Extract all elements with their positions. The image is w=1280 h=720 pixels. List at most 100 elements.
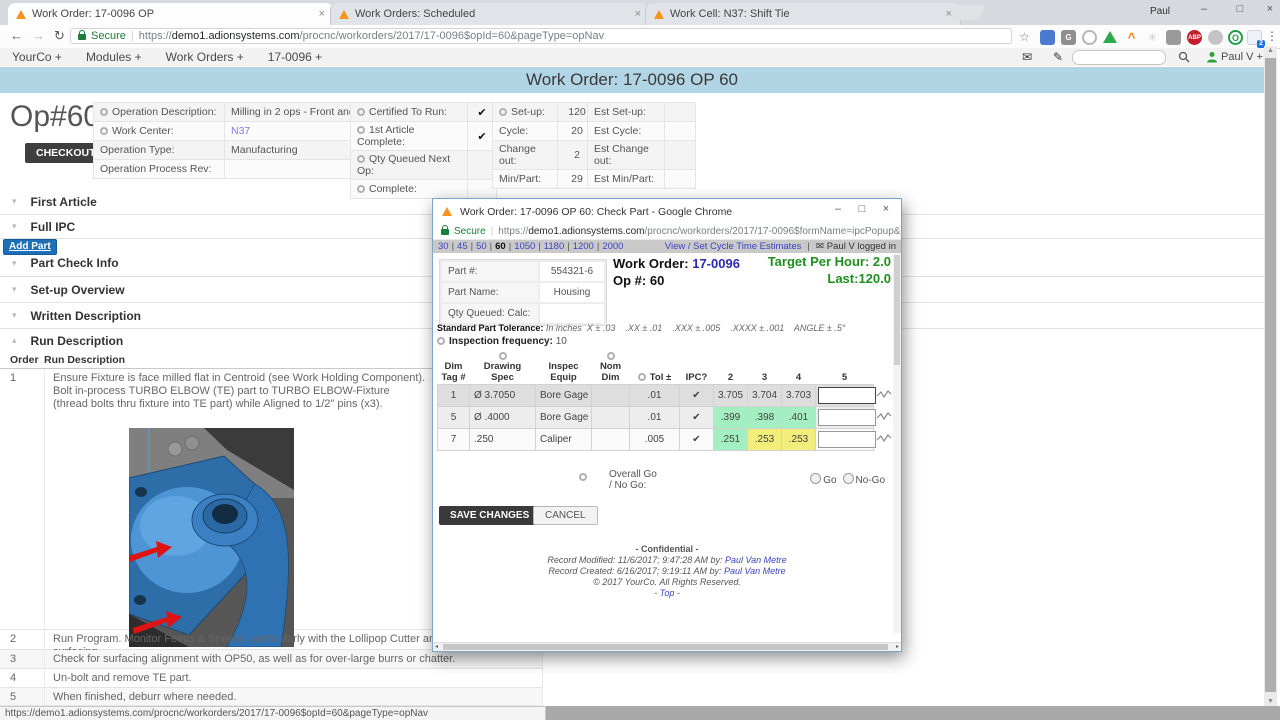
- url-field[interactable]: Secure | https://demo1.adionsystems.com/…: [70, 28, 1012, 44]
- top-link[interactable]: Top: [660, 588, 675, 598]
- page2-extension-icon[interactable]: 2: [1247, 30, 1262, 45]
- menu-item-17-0096[interactable]: 17-0096 +: [268, 50, 322, 64]
- search-icon[interactable]: [1178, 50, 1190, 68]
- secure-label: Secure: [91, 30, 126, 42]
- op-link-2000[interactable]: 2000: [602, 241, 623, 252]
- cancel-button[interactable]: CANCEL: [533, 506, 598, 525]
- popup-close-button[interactable]: ×: [875, 203, 897, 215]
- popup-horizontal-scrollbar[interactable]: ◂ ▸: [433, 642, 901, 651]
- pencil-icon[interactable]: ✎: [1053, 50, 1063, 64]
- paw-extension-icon[interactable]: [1208, 30, 1223, 45]
- chat-extension-icon[interactable]: [1082, 30, 1097, 45]
- snowflake-extension-icon[interactable]: ✳: [1145, 30, 1160, 45]
- flag-label: Certified To Run:: [351, 103, 468, 122]
- popup-maximize-button[interactable]: □: [851, 203, 873, 215]
- menu-item-yourco[interactable]: YourCo +: [12, 50, 62, 64]
- translate-extension-icon[interactable]: [1040, 30, 1055, 45]
- op-link-1200[interactable]: 1200: [573, 241, 594, 252]
- op-link-60-current[interactable]: 60: [495, 241, 506, 252]
- close-tab-icon[interactable]: ×: [635, 8, 641, 20]
- tol-value: .01: [630, 385, 680, 407]
- sparkline-icon: [876, 388, 892, 400]
- menu-item-modules[interactable]: Modules +: [86, 50, 142, 64]
- chrome-menu-icon[interactable]: ⋮: [1266, 29, 1278, 43]
- help-icon: [579, 473, 587, 481]
- sparkline-icon: [876, 432, 892, 444]
- window-close-button[interactable]: ×: [1258, 3, 1280, 15]
- nav-separator: |: [538, 241, 540, 252]
- run-order: 2: [0, 630, 45, 649]
- box-extension-icon[interactable]: [1166, 30, 1181, 45]
- popup-vertical-scrollbar[interactable]: [893, 253, 901, 633]
- op-flags-table: Certified To Run:✔ 1st Article Complete:…: [350, 102, 497, 199]
- help-icon: [607, 352, 615, 360]
- modified-by-link[interactable]: Paul Van Metre: [725, 555, 787, 565]
- op-info-label: Operation Description:: [94, 103, 225, 122]
- scroll-right-icon[interactable]: ▸: [896, 643, 899, 651]
- abp-extension-icon[interactable]: ABP: [1187, 30, 1202, 45]
- op-link-45[interactable]: 45: [457, 241, 468, 252]
- measurement-input[interactable]: [818, 431, 876, 448]
- flag-label: Qty Queued Next Op:: [351, 151, 468, 180]
- back-icon[interactable]: ←: [10, 29, 23, 43]
- tab-work-cell[interactable]: Work Cell: N37: Shift Tie ×: [645, 3, 961, 25]
- onetab-extension-icon[interactable]: O: [1228, 30, 1243, 45]
- last-value: 120.0: [858, 271, 891, 286]
- estimate-label: Est Cycle:: [588, 122, 665, 141]
- window-minimize-button[interactable]: –: [1192, 3, 1216, 15]
- close-tab-icon[interactable]: ×: [319, 8, 325, 20]
- nav-separator: |: [567, 241, 569, 252]
- op-link-50[interactable]: 50: [476, 241, 487, 252]
- col-drawing-spec: Drawing Spec: [470, 351, 536, 385]
- chevron-down-icon: ▾: [12, 284, 17, 295]
- no-go-radio[interactable]: [843, 473, 854, 484]
- wo-number[interactable]: 17-0096: [692, 256, 740, 271]
- scrollbar-thumb[interactable]: [894, 255, 900, 365]
- popup-title-bar[interactable]: Work Order: 17-0096 OP 60: Check Part - …: [433, 199, 901, 223]
- new-tab-button[interactable]: [951, 5, 986, 20]
- op-link-30[interactable]: 30: [438, 241, 449, 252]
- scroll-up-icon[interactable]: ▲: [1264, 47, 1277, 54]
- user-menu[interactable]: Paul V +: [1221, 51, 1263, 63]
- forward-icon[interactable]: →: [32, 29, 45, 43]
- last-label: Last:: [827, 271, 858, 286]
- op-link-1050[interactable]: 1050: [514, 241, 535, 252]
- col-nom-dim: Nom Dim: [592, 351, 630, 385]
- go-radio[interactable]: [810, 473, 821, 484]
- op-link-1180[interactable]: 1180: [544, 241, 564, 252]
- proshop-favicon-icon: [16, 10, 26, 19]
- g-extension-icon[interactable]: G: [1061, 30, 1076, 45]
- overall-go-label: Overall Go / No Go:: [609, 469, 657, 491]
- scroll-left-icon[interactable]: ◂: [435, 643, 438, 651]
- measurement-input[interactable]: [818, 387, 876, 404]
- help-icon: [100, 108, 108, 116]
- secure-label: Secure: [454, 226, 486, 237]
- dim-tag: 7: [438, 429, 470, 451]
- measurement-input[interactable]: [818, 409, 876, 426]
- cycle-time-estimates-link[interactable]: View / Set Cycle Time Estimates: [665, 241, 802, 252]
- tab-work-orders-scheduled[interactable]: Work Orders: Scheduled ×: [330, 3, 650, 25]
- mail-icon[interactable]: ✉: [1022, 50, 1032, 64]
- table-row: 5When finished, deburr where needed.: [0, 688, 543, 706]
- reload-icon[interactable]: ↻: [54, 29, 65, 43]
- menu-item-work-orders[interactable]: Work Orders +: [166, 50, 244, 64]
- run-order: 4: [0, 669, 45, 687]
- caret-extension-icon[interactable]: ^: [1124, 30, 1139, 45]
- bookmark-star-icon[interactable]: ☆: [1019, 30, 1030, 44]
- save-changes-button[interactable]: SAVE CHANGES: [439, 506, 540, 525]
- scrollbar-thumb[interactable]: [443, 644, 888, 650]
- drive-extension-icon[interactable]: [1103, 31, 1117, 43]
- search-input[interactable]: [1072, 50, 1166, 65]
- scrollbar-thumb[interactable]: [1265, 58, 1276, 692]
- op-info-table: Operation Description:Milling in 2 ops -…: [93, 102, 388, 179]
- scroll-down-icon[interactable]: ▼: [1264, 698, 1277, 705]
- tab-work-order[interactable]: Work Order: 17-0096 OP ×: [8, 3, 333, 25]
- created-by-link[interactable]: Paul Van Metre: [724, 566, 786, 576]
- part-label: Qty Queued: Calc:: [442, 304, 538, 323]
- op-info-label: Work Center:: [94, 122, 225, 141]
- inspection-frequency-label: Inspection frequency:: [449, 336, 556, 347]
- window-maximize-button[interactable]: □: [1228, 3, 1252, 15]
- vertical-scrollbar[interactable]: ▲ ▼: [1264, 46, 1277, 706]
- popup-minimize-button[interactable]: –: [827, 203, 849, 215]
- nav-separator: |: [452, 241, 454, 252]
